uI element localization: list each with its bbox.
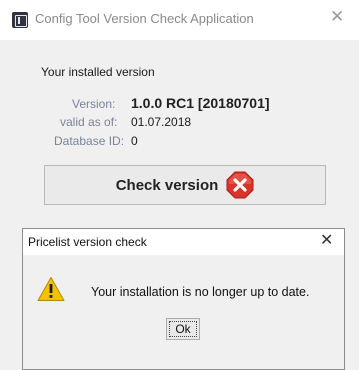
dialog-titlebar: Pricelist version check ✕: [23, 229, 344, 255]
database-id-label: Database ID:: [54, 134, 125, 148]
pricelist-dialog: Pricelist version check ✕ Your installat…: [22, 228, 345, 370]
version-label: Version:: [72, 97, 116, 111]
ok-button[interactable]: Ok: [166, 318, 200, 340]
app-icon: [12, 12, 28, 28]
warning-icon: [37, 276, 65, 302]
window-titlebar: Config Tool Version Check Application ✕: [0, 0, 359, 40]
error-x-icon: [226, 171, 254, 199]
window-close-button[interactable]: ✕: [330, 9, 344, 26]
ok-button-label: Ok: [175, 322, 191, 336]
check-version-label: Check version: [115, 176, 219, 194]
dialog-body: Your installation is no longer up to dat…: [23, 255, 344, 369]
dialog-close-button[interactable]: ✕: [320, 232, 333, 248]
valid-as-of-value: 01.07.2018: [131, 115, 192, 129]
dialog-title: Pricelist version check: [28, 235, 147, 249]
check-version-button[interactable]: Check version: [44, 165, 326, 205]
installed-version-heading: Your installed version: [41, 65, 155, 79]
database-id-value: 0: [131, 134, 138, 148]
version-value: 1.0.0 RC1 [20180701]: [131, 95, 270, 111]
valid-as-of-label: valid as of:: [60, 115, 118, 129]
main-window: Config Tool Version Check Application ✕ …: [0, 0, 359, 370]
dialog-message: Your installation is no longer up to dat…: [91, 285, 310, 299]
window-title: Config Tool Version Check Application: [35, 11, 254, 26]
